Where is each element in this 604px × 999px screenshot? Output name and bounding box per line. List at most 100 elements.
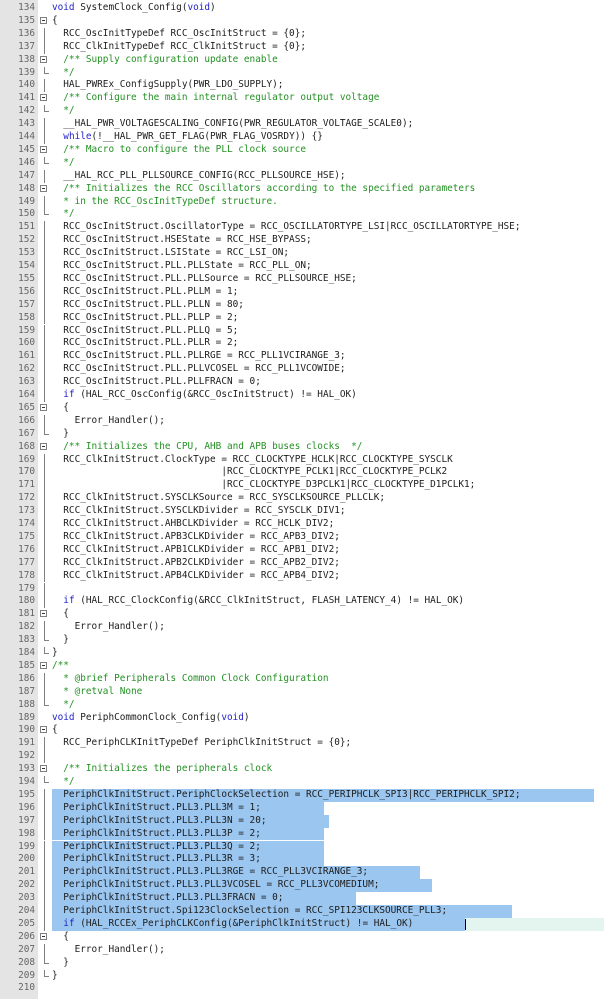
code-line[interactable]: 204 PeriphClkInitStruct.Spi123ClockSelec…: [0, 905, 604, 918]
code-line[interactable]: 146 */: [0, 156, 604, 170]
code-line[interactable]: 154 RCC_OscInitStruct.PLL.PLLState = RCC…: [0, 260, 604, 273]
code-line[interactable]: 170 |RCC_CLOCKTYPE_PCLK1|RCC_CLOCKTYPE_P…: [0, 466, 604, 480]
fold-guide-line: [44, 917, 45, 931]
code-line[interactable]: 200 PeriphClkInitStruct.PLL3.PLL3R = 3;: [0, 853, 604, 867]
code-line[interactable]: 166 Error_Handler();: [0, 414, 604, 428]
code-line[interactable]: 192: [0, 750, 604, 764]
code-line[interactable]: 185 /**: [0, 660, 604, 673]
code-line[interactable]: 202 PeriphClkInitStruct.PLL3.PLL3VCOSEL …: [0, 879, 604, 893]
code-line[interactable]: 158 RCC_OscInitStruct.PLL.PLLP = 2;: [0, 311, 604, 325]
code-line[interactable]: 207 Error_Handler();: [0, 943, 604, 957]
code-line[interactable]: 138 /** Supply configuration update enab…: [0, 54, 604, 67]
code-line[interactable]: 196 PeriphClkInitStruct.PLL3.PLL3M = 1;: [0, 801, 604, 815]
code-line[interactable]: 210: [0, 982, 604, 995]
code-line[interactable]: 206 {: [0, 931, 604, 944]
code-line[interactable]: 168 /** Initializes the CPU, AHB and APB…: [0, 441, 604, 454]
fold-guide-line: [44, 79, 45, 93]
code-line[interactable]: 174 RCC_ClkInitStruct.AHBCLKDivider = RC…: [0, 518, 604, 531]
code-line[interactable]: 148 /** Initializes the RCC Oscillators …: [0, 183, 604, 196]
code-line[interactable]: 145 /** Macro to configure the PLL clock…: [0, 144, 604, 157]
code-line[interactable]: 169 RCC_ClkInitStruct.ClockType = RCC_CL…: [0, 453, 604, 467]
code-line[interactable]: 182 Error_Handler();: [0, 621, 604, 635]
code-line[interactable]: 195 PeriphClkInitStruct.PeriphClockSelec…: [0, 788, 604, 802]
collapse-minus-icon[interactable]: [40, 16, 47, 24]
code-line[interactable]: 142 */: [0, 105, 604, 118]
code-line[interactable]: 177 RCC_ClkInitStruct.APB2CLKDivider = R…: [0, 556, 604, 570]
code-line[interactable]: 203 PeriphClkInitStruct.PLL3.PLL3FRACN =…: [0, 892, 604, 905]
keyword-token: void: [52, 711, 75, 723]
code-line[interactable]: 159 RCC_OscInitStruct.PLL.PLLQ = 5;: [0, 324, 604, 338]
code-line[interactable]: 149 * in the RCC_OscInitTypeDef structur…: [0, 195, 604, 209]
code-line[interactable]: 172 RCC_ClkInitStruct.SYSCLKSource = RCC…: [0, 492, 604, 506]
collapse-minus-icon[interactable]: [40, 55, 47, 63]
line-number: 152: [18, 234, 35, 246]
code-line[interactable]: 163 RCC_OscInitStruct.PLL.PLLFRACN = 0;: [0, 376, 604, 389]
code-line[interactable]: 165 {: [0, 402, 604, 415]
fold-guide-line: [44, 905, 45, 918]
code-line[interactable]: 152 RCC_OscInitStruct.HSEState = RCC_HSE…: [0, 234, 604, 248]
line-number: 172: [18, 492, 35, 504]
code-line[interactable]: 179: [0, 582, 604, 596]
code-line[interactable]: 173 RCC_ClkInitStruct.SYSCLKDivider = RC…: [0, 505, 604, 518]
code-line[interactable]: 190 {: [0, 724, 604, 737]
code-line[interactable]: 175 RCC_ClkInitStruct.APB3CLKDivider = R…: [0, 530, 604, 544]
code-text: /** Initializes the RCC Oscillators acco…: [52, 183, 475, 196]
code-line[interactable]: 167 }: [0, 427, 604, 441]
collapse-minus-icon[interactable]: [40, 145, 47, 153]
code-line[interactable]: 189 void PeriphCommonClock_Config(void): [0, 712, 604, 725]
code-line[interactable]: 178 RCC_ClkInitStruct.APB4CLKDivider = R…: [0, 569, 604, 583]
code-line[interactable]: 140 HAL_PWREx_ConfigSupply(PWR_LDO_SUPPL…: [0, 79, 604, 93]
code-line[interactable]: 205 if (HAL_RCCEx_PeriphCLKConfig(&Perip…: [0, 917, 604, 931]
code-line[interactable]: 184}: [0, 647, 604, 660]
code-line[interactable]: 136 RCC_OscInitTypeDef RCC_OscInitStruct…: [0, 27, 604, 41]
code-line[interactable]: 137 RCC_ClkInitTypeDef RCC_ClkInitStruct…: [0, 40, 604, 54]
code-line[interactable]: 144 while(!__HAL_PWR_GET_FLAG(PWR_FLAG_V…: [0, 131, 604, 144]
collapse-minus-icon[interactable]: [40, 403, 47, 411]
code-editor[interactable]: 134 void SystemClock_Config(void) 135 {136 …: [0, 0, 604, 999]
code-line[interactable]: 208 }: [0, 956, 604, 970]
code-line[interactable]: 183 }: [0, 634, 604, 647]
code-line[interactable]: 150 */: [0, 208, 604, 221]
code-line[interactable]: 186 * @brief Peripherals Common Clock Co…: [0, 672, 604, 686]
code-line[interactable]: 143 __HAL_PWR_VOLTAGESCALING_CONFIG(PWR_…: [0, 118, 604, 131]
code-line[interactable]: 188 */: [0, 698, 604, 712]
code-line[interactable]: 197 PeriphClkInitStruct.PLL3.PLL3N = 20;: [0, 814, 604, 828]
code-line[interactable]: 157 RCC_OscInitStruct.PLL.PLLN = 80;: [0, 298, 604, 312]
code-line[interactable]: 199 PeriphClkInitStruct.PLL3.PLL3Q = 2;: [0, 840, 604, 854]
code-line[interactable]: 194 */: [0, 776, 604, 789]
code-line[interactable]: 181 {: [0, 608, 604, 621]
code-line[interactable]: 155 RCC_OscInitStruct.PLL.PLLSource = RC…: [0, 272, 604, 286]
code-line[interactable]: 180 if (HAL_RCC_ClockConfig(&RCC_ClkInit…: [0, 595, 604, 609]
code-line[interactable]: 176 RCC_ClkInitStruct.APB1CLKDivider = R…: [0, 543, 604, 557]
code-line[interactable]: 160 RCC_OscInitStruct.PLL.PLLR = 2;: [0, 337, 604, 351]
code-line[interactable]: 147 __HAL_RCC_PLL_PLLSOURCE_CONFIG(RCC_P…: [0, 169, 604, 183]
code-line[interactable]: 209}: [0, 969, 604, 983]
code-text: RCC_OscInitStruct.PLL.PLLVCOSEL = RCC_PL…: [52, 363, 345, 376]
code-line[interactable]: 191 RCC_PeriphCLKInitTypeDef PeriphClkIn…: [0, 737, 604, 751]
collapse-minus-icon[interactable]: [40, 661, 47, 669]
collapse-minus-icon[interactable]: [40, 442, 47, 450]
collapse-minus-icon[interactable]: [40, 765, 47, 773]
collapse-minus-icon[interactable]: [40, 610, 47, 618]
code-line[interactable]: 153 RCC_OscInitStruct.LSIState = RCC_LSI…: [0, 247, 604, 260]
code-line[interactable]: 198 PeriphClkInitStruct.PLL3.PLL3P = 2;: [0, 827, 604, 841]
code-line[interactable]: 161 RCC_OscInitStruct.PLL.PLLRGE = RCC_P…: [0, 350, 604, 364]
code-line[interactable]: 193 /** Initializes the peripherals cloc…: [0, 763, 604, 776]
code-line[interactable]: 134 void SystemClock_Config(void): [0, 2, 604, 15]
collapse-minus-icon[interactable]: [40, 94, 47, 102]
code-line[interactable]: 135 {: [0, 15, 604, 28]
code-line[interactable]: 162 RCC_OscInitStruct.PLL.PLLVCOSEL = RC…: [0, 363, 604, 377]
code-line[interactable]: 171 |RCC_CLOCKTYPE_D3PCLK1|RCC_CLOCKTYPE…: [0, 479, 604, 493]
code-line[interactable]: 187 * @retval None: [0, 685, 604, 699]
code-line[interactable]: 164 if (HAL_RCC_OscConfig(&RCC_OscInitSt…: [0, 389, 604, 402]
collapse-minus-icon[interactable]: [40, 184, 47, 192]
code-line[interactable]: 139 */: [0, 66, 604, 80]
collapse-minus-icon[interactable]: [40, 726, 47, 734]
code-line[interactable]: 156 RCC_OscInitStruct.PLL.PLLM = 1;: [0, 285, 604, 299]
line-number: 164: [18, 389, 35, 400]
collapse-minus-icon[interactable]: [40, 932, 47, 940]
code-line[interactable]: 141 /** Configure the main internal regu…: [0, 92, 604, 105]
code-line[interactable]: 151 RCC_OscInitStruct.OscillatorType = R…: [0, 221, 604, 235]
code-line[interactable]: 201 PeriphClkInitStruct.PLL3.PLL3RGE = R…: [0, 866, 604, 880]
